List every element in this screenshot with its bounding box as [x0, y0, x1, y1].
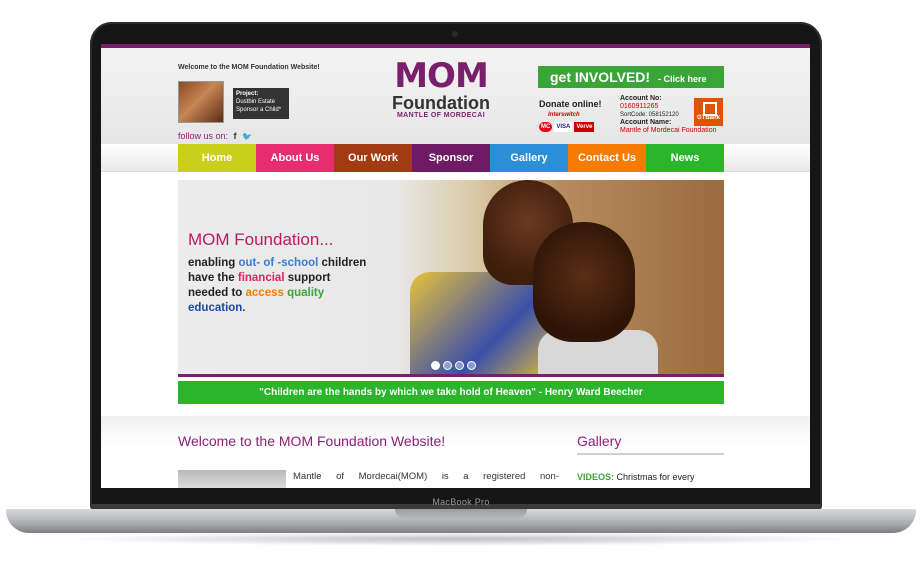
nav-home[interactable]: Home: [178, 144, 256, 172]
follow-us: follow us on: f 🐦: [178, 131, 252, 141]
slider-dots: [431, 361, 476, 370]
hero-text-highlight: out- of -school: [238, 257, 319, 269]
nav-contact-us[interactable]: Contact Us: [568, 144, 646, 172]
intro-text: Mantle of Mordecai(MOM) is a registered …: [293, 471, 559, 482]
videos-label: VIDEOS:: [577, 472, 615, 482]
nav-our-work[interactable]: Our Work: [334, 144, 412, 172]
logo-mom: MOM: [394, 56, 489, 96]
nav-about-us[interactable]: About Us: [256, 144, 334, 172]
logo-tagline: MANTLE OF MORDECAI: [396, 112, 486, 119]
verve-icon: Verve: [574, 122, 595, 132]
hero-text: support: [284, 272, 331, 284]
laptop-mockup: MacBook Pro Welcome to the MOM Foundatio…: [0, 0, 922, 569]
hero-text-highlight: access: [245, 287, 284, 299]
hero-body: enabling out- of -school children have t…: [188, 256, 398, 316]
videos-text: Christmas for every: [616, 472, 695, 482]
account-name-label: Account Name:: [620, 119, 672, 126]
follow-label: follow us on:: [178, 131, 229, 141]
slider-dot[interactable]: [431, 361, 440, 370]
site-logo[interactable]: MOM Foundation MANTLE OF MORDECAI: [389, 56, 493, 136]
visa-icon: VISA: [554, 122, 573, 132]
videos-item[interactable]: VIDEOS: Christmas for every: [577, 472, 695, 482]
twitter-icon[interactable]: 🐦: [242, 132, 252, 141]
hero-text-highlight: financial: [237, 272, 285, 284]
main-nav: Home About Us Our Work Sponsor Gallery C…: [178, 144, 724, 172]
hero-text: enabling: [188, 257, 239, 269]
facebook-icon[interactable]: f: [234, 131, 237, 141]
project-name: Dustbin Estate: [236, 99, 276, 105]
project-label: Project:: [236, 91, 259, 97]
laptop-notch: [395, 509, 527, 519]
slider-dot[interactable]: [455, 361, 464, 370]
hero-text: children: [318, 257, 367, 269]
nav-news[interactable]: News: [646, 144, 724, 172]
project-sub: Sponsor a Child*: [236, 107, 282, 113]
card-logos: MC VISA Verve: [539, 122, 595, 132]
interswitch-logo[interactable]: Interswitch: [548, 112, 580, 118]
account-name: Mantle of Mordecai Foundation: [620, 127, 717, 134]
site-header: Welcome to the MOM Foundation Website! P…: [101, 48, 810, 144]
hero-text-highlight: quality: [283, 287, 325, 299]
account-no-label: Account No:: [620, 95, 662, 102]
hero-divider: [178, 374, 724, 377]
website-screen: Welcome to the MOM Foundation Website! P…: [101, 44, 810, 488]
hero-photo-child-2: [533, 222, 635, 342]
hero-text-highlight: education.: [188, 302, 246, 314]
camera-icon: [452, 31, 458, 37]
hero-slider[interactable]: MOM Foundation... enabling out- of -scho…: [178, 180, 724, 374]
sort-code: SortCode: 058152120: [620, 112, 679, 118]
get-involved-button[interactable]: get INVOLVED! - Click here: [538, 66, 724, 88]
project-thumbnail[interactable]: [178, 81, 224, 123]
gallery-heading: Gallery: [577, 433, 622, 449]
hero-title: MOM Foundation...: [188, 230, 334, 249]
donate-label: Donate online!: [539, 99, 602, 109]
nav-gallery[interactable]: Gallery: [490, 144, 568, 172]
device-model-label: MacBook Pro: [432, 497, 490, 507]
hero-text: needed to: [188, 287, 246, 299]
account-no: 0160911265: [620, 103, 659, 110]
slider-dot[interactable]: [443, 361, 452, 370]
welcome-heading: Welcome to the MOM Foundation Website!: [178, 433, 446, 449]
involved-sub: - Click here: [657, 74, 707, 84]
project-card[interactable]: Project: Dustbin Estate Sponsor a Child*: [233, 88, 289, 119]
mastercard-icon: MC: [539, 122, 553, 132]
quote-banner: "Children are the hands by which we take…: [178, 381, 724, 404]
gallery-divider: [577, 453, 724, 455]
header-welcome-text: Welcome to the MOM Foundation Website!: [178, 64, 320, 71]
laptop-shadow: [60, 532, 860, 546]
hero-text: have the: [188, 272, 238, 284]
gtbank-logo: GTBank: [694, 98, 723, 126]
intro-image: [178, 470, 286, 488]
slider-dot[interactable]: [467, 361, 476, 370]
logo-foundation: Foundation: [392, 93, 490, 113]
nav-sponsor[interactable]: Sponsor: [412, 144, 490, 172]
involved-main: get INVOLVED!: [550, 69, 651, 85]
